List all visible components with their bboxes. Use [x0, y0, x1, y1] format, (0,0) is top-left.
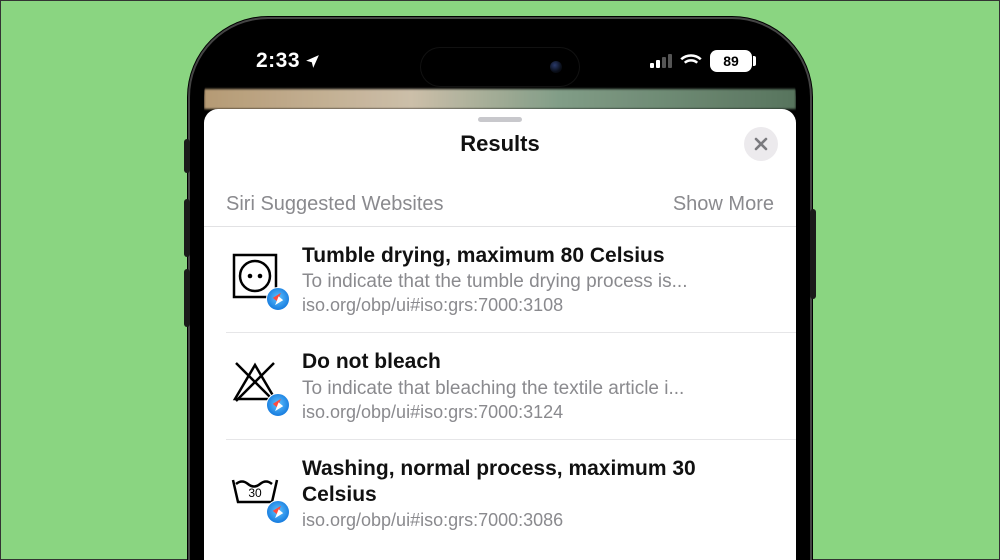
result-row[interactable]: 30 Washing, normal process, maximum 30 C… — [226, 440, 796, 548]
wifi-icon — [680, 53, 702, 69]
cellular-icon — [650, 54, 672, 68]
dynamic-island — [420, 47, 580, 87]
result-url: iso.org/obp/ui#iso:grs:7000:3086 — [302, 510, 774, 531]
section-label: Siri Suggested Websites — [226, 193, 444, 216]
close-button[interactable] — [744, 127, 778, 161]
safari-badge-icon — [266, 500, 290, 524]
results-list: Tumble drying, maximum 80 Celsius To ind… — [204, 227, 796, 547]
background-photo-peek — [204, 89, 796, 109]
battery-indicator: 89 — [710, 50, 752, 72]
result-url: iso.org/obp/ui#iso:grs:7000:3108 — [302, 295, 774, 316]
result-url: iso.org/obp/ui#iso:grs:7000:3124 — [302, 402, 774, 423]
result-title: Tumble drying, maximum 80 Celsius — [302, 243, 774, 269]
result-row[interactable]: Tumble drying, maximum 80 Celsius To ind… — [226, 227, 796, 333]
phone-power-button — [810, 209, 816, 299]
results-sheet: Results Siri Suggested Websites Show Mor… — [204, 109, 796, 560]
result-row[interactable]: Do not bleach To indicate that bleaching… — [226, 333, 796, 439]
phone-screen: 2:33 89 — [204, 33, 796, 560]
svg-text:30: 30 — [248, 486, 262, 500]
section-header: Siri Suggested Websites Show More — [204, 169, 796, 227]
result-subtitle: To indicate that bleaching the textile a… — [302, 378, 774, 400]
result-texts: Do not bleach To indicate that bleaching… — [302, 349, 774, 422]
battery-level: 89 — [723, 53, 739, 69]
close-icon — [754, 137, 768, 151]
location-icon — [304, 53, 321, 70]
result-subtitle: To indicate that the tumble drying proce… — [302, 271, 774, 293]
sheet-header: Results — [204, 109, 796, 169]
phone-volume-up — [184, 199, 190, 257]
show-more-button[interactable]: Show More — [673, 193, 774, 216]
sheet-title: Results — [460, 131, 539, 157]
result-texts: Washing, normal process, maximum 30 Cels… — [302, 456, 774, 532]
safari-badge-icon — [266, 393, 290, 417]
result-title: Do not bleach — [302, 349, 774, 375]
stage: 2:33 89 — [0, 0, 1000, 560]
result-icon-wrap: 30 — [226, 460, 284, 518]
phone-side-button — [184, 139, 190, 173]
phone-volume-down — [184, 269, 190, 327]
result-icon-wrap — [226, 247, 284, 305]
status-time: 2:33 — [256, 49, 300, 73]
result-texts: Tumble drying, maximum 80 Celsius To ind… — [302, 243, 774, 316]
result-title: Washing, normal process, maximum 30 Cels… — [302, 456, 774, 509]
safari-badge-icon — [266, 287, 290, 311]
result-icon-wrap — [226, 353, 284, 411]
phone-frame: 2:33 89 — [190, 19, 810, 560]
